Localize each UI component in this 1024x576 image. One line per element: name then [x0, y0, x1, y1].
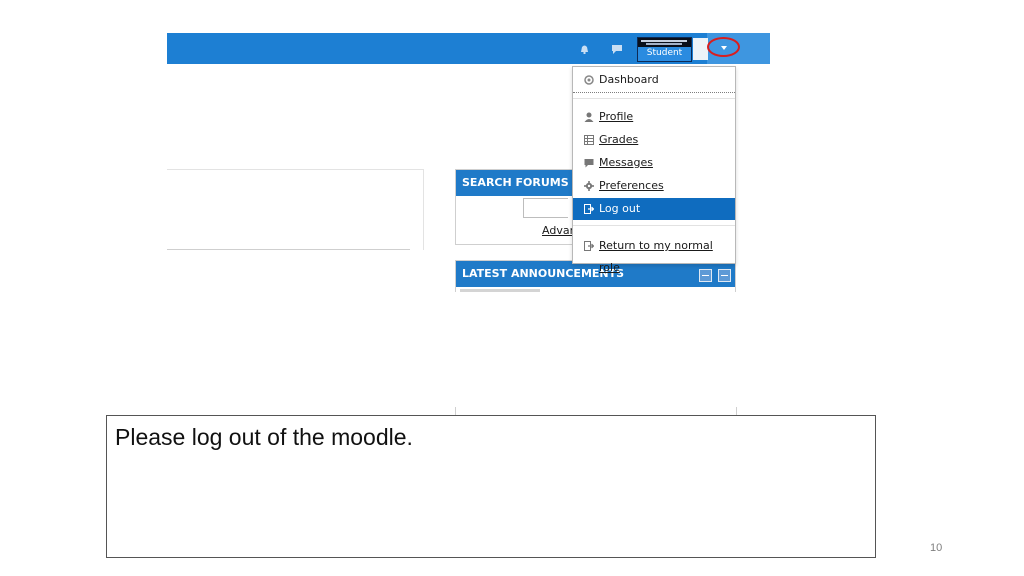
logout-icon — [584, 241, 594, 251]
menu-item-label: Return to my normal role — [599, 239, 713, 274]
user-role-label: Student — [646, 48, 683, 58]
highlight-circle — [707, 37, 740, 57]
redacted-text — [641, 40, 687, 42]
chat-icon — [584, 159, 594, 168]
divider — [167, 249, 410, 250]
chat-icon[interactable] — [611, 44, 623, 54]
search-input[interactable] — [523, 198, 568, 218]
logout-icon — [584, 204, 594, 214]
menu-divider — [573, 225, 735, 226]
menu-item-label: Dashboard — [599, 73, 659, 86]
menu-item-messages[interactable]: Messages — [573, 152, 735, 174]
announcement-text-stub — [460, 289, 540, 292]
instruction-text: Please log out of the moodle. — [115, 424, 413, 450]
focus-outline — [573, 92, 735, 94]
user-menu-dropdown: Dashboard Profile Grades Messages Prefer… — [572, 66, 736, 274]
menu-item-label: Grades — [599, 133, 639, 146]
menu-item-label: Log out — [599, 202, 641, 215]
avatar[interactable] — [693, 38, 708, 60]
person-icon — [584, 112, 594, 122]
page-number: 10 — [930, 542, 943, 554]
menu-item-dashboard[interactable]: Dashboard — [573, 69, 735, 91]
menu-item-label: Preferences — [599, 179, 664, 192]
grades-table-icon — [584, 135, 594, 145]
menu-item-logout[interactable]: Log out — [573, 198, 735, 220]
menu-item-label: Messages — [599, 156, 653, 169]
menu-item-grades[interactable]: Grades — [573, 129, 735, 151]
navbar: Student — [167, 33, 770, 64]
dashboard-icon — [584, 75, 594, 85]
redacted-text — [646, 43, 682, 45]
menu-divider — [573, 98, 735, 99]
screenshot-edge — [455, 407, 737, 415]
menu-item-preferences[interactable]: Preferences — [573, 175, 735, 197]
moodle-screenshot: Student SEARCH FORUMS Advan LATEST ANNOU… — [167, 33, 770, 292]
user-name-chip[interactable]: Student — [637, 37, 692, 62]
instruction-box: Please log out of the moodle. — [106, 415, 876, 558]
menu-item-label: Profile — [599, 110, 634, 123]
menu-item-profile[interactable]: Profile — [573, 106, 735, 128]
gear-icon — [584, 181, 594, 191]
main-content-panel — [167, 169, 424, 250]
bell-icon[interactable] — [579, 44, 590, 54]
menu-item-return-to-normal-role[interactable]: Return to my normal role — [573, 235, 735, 274]
